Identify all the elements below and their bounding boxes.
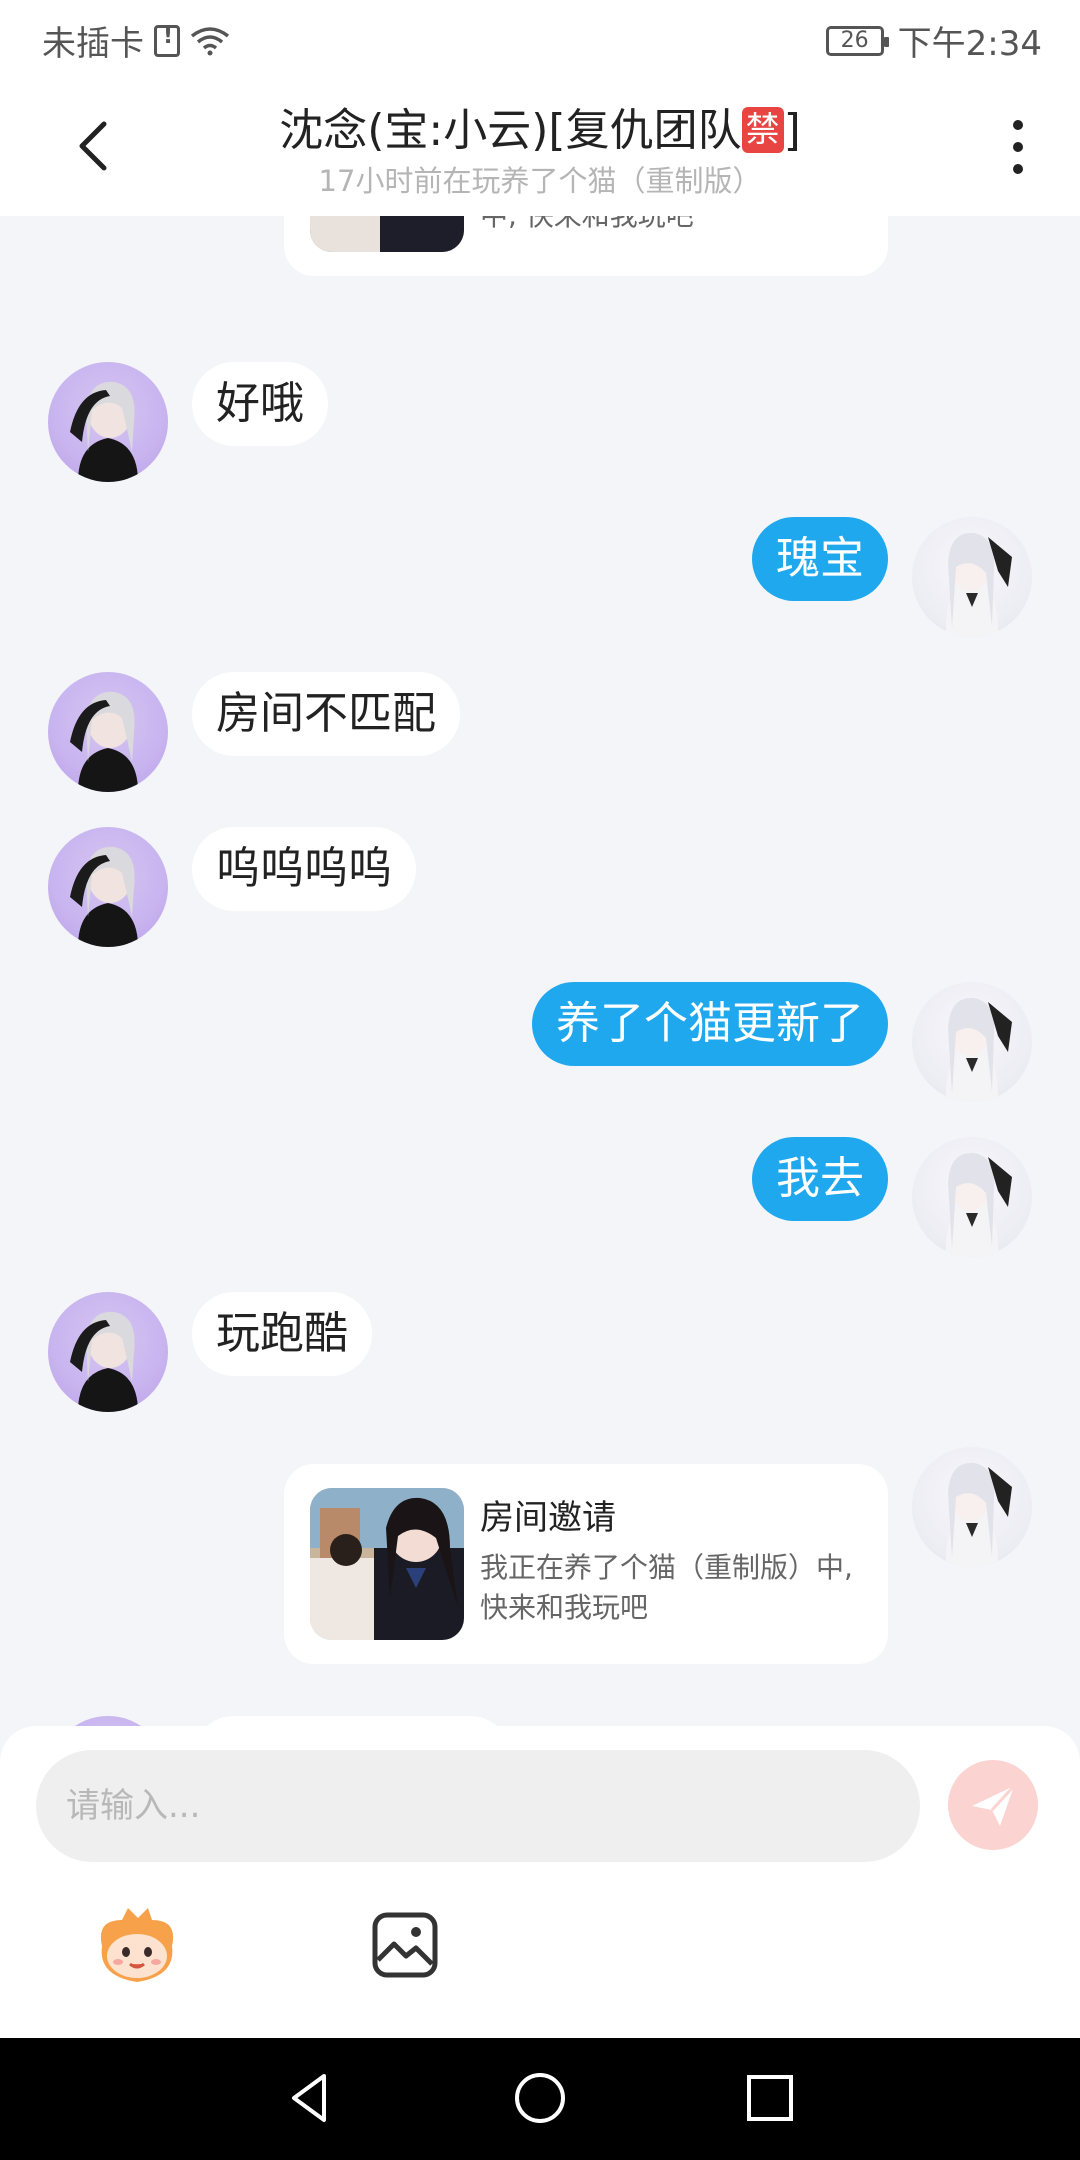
- message-bubble-other[interactable]: 房间不匹配: [192, 672, 460, 756]
- my-avatar[interactable]: [912, 1447, 1032, 1567]
- invite-title: 房间邀请: [480, 1498, 616, 1538]
- chat-title-end: ]: [783, 105, 801, 156]
- my-avatar[interactable]: [912, 1137, 1032, 1257]
- my-avatar[interactable]: [912, 982, 1032, 1102]
- system-nav-bar: [0, 2038, 1080, 2160]
- message-bubble-other[interactable]: 呜呜呜呜: [192, 827, 416, 911]
- contact-avatar[interactable]: [48, 1716, 168, 1726]
- chat-subtitle: 17小时前在玩养了个猫（重制版）: [318, 164, 762, 198]
- chat-title: 沈念(宝:小云)[复仇团队 禁]: [120, 94, 960, 158]
- square-recent-icon[interactable]: [740, 2068, 800, 2128]
- message-bubble-other-partial[interactable]: [192, 1716, 512, 1726]
- send-button[interactable]: [948, 1760, 1038, 1850]
- status-left: 未插卡: [42, 16, 230, 65]
- message-input-wrapper[interactable]: [36, 1750, 920, 1862]
- game-thumbnail: [310, 216, 464, 252]
- chat-header: 沈念(宝:小云)[复仇团队 禁] 17小时前在玩养了个猫（重制版）: [0, 74, 1080, 216]
- circle-home-icon[interactable]: [510, 2068, 570, 2128]
- more-dot: [1013, 142, 1023, 152]
- message-bubble-other[interactable]: 玩跑酷: [192, 1292, 372, 1376]
- invite-card-partial[interactable]: 中, 快来和我玩吧: [284, 216, 888, 276]
- paper-plane-icon: [972, 1784, 1016, 1826]
- more-vertical-icon[interactable]: [1006, 112, 1030, 182]
- chevron-left-icon[interactable]: [66, 116, 126, 176]
- more-dot: [1013, 120, 1023, 130]
- input-panel: [0, 1726, 1080, 2038]
- game-thumbnail: [310, 1488, 464, 1640]
- invite-desc-partial: 中, 快来和我玩吧: [480, 216, 860, 236]
- message-bubble-me[interactable]: 我去: [752, 1137, 888, 1221]
- image-icon[interactable]: [370, 1910, 440, 1980]
- wifi-icon: [190, 26, 230, 55]
- message-list[interactable]: 中, 快来和我玩吧 好哦 瑰宝 房间不匹配: [0, 216, 1080, 1726]
- contact-avatar[interactable]: [48, 672, 168, 792]
- battery-icon: 26: [825, 25, 889, 56]
- more-dot: [1013, 164, 1023, 174]
- status-bar: 未插卡 26 下午2:34: [0, 0, 1080, 74]
- chat-title-text: 沈念(宝:小云)[复仇团队: [279, 105, 742, 156]
- sim-alert-icon: [154, 24, 180, 57]
- contact-avatar[interactable]: [48, 362, 168, 482]
- clock-text: 下午2:34: [897, 24, 1042, 64]
- message-input[interactable]: [36, 1750, 920, 1862]
- invite-description: 我正在养了个猫（重制版）中, 快来和我玩吧: [480, 1551, 853, 1624]
- message-bubble-me[interactable]: 瑰宝: [752, 517, 888, 601]
- room-invite-card[interactable]: 房间邀请 我正在养了个猫（重制版）中, 快来和我玩吧: [284, 1464, 888, 1664]
- contact-avatar[interactable]: [48, 827, 168, 947]
- ban-badge: 禁: [741, 107, 784, 153]
- message-bubble-me[interactable]: 养了个猫更新了: [532, 982, 888, 1066]
- triangle-back-icon[interactable]: [280, 2068, 340, 2128]
- contact-avatar[interactable]: [48, 1292, 168, 1412]
- status-right: 26 下午2:34: [825, 16, 1042, 65]
- my-avatar[interactable]: [912, 517, 1032, 637]
- message-bubble-other[interactable]: 好哦: [192, 362, 328, 446]
- carrier-text: 未插卡: [42, 24, 144, 64]
- emoji-mascot-icon[interactable]: [92, 1906, 182, 1986]
